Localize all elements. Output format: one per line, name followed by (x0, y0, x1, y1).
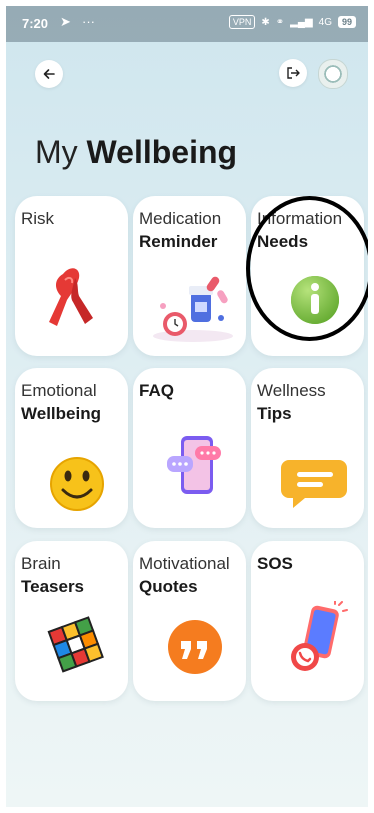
tile-label: Medication (139, 209, 222, 228)
telegram-icon: ➤ (60, 14, 71, 29)
tile-label-bold: FAQ (139, 381, 174, 400)
tile-motivational-quotes[interactable]: Motivational Quotes (133, 541, 246, 701)
bluetooth-icon: ✱ (261, 16, 270, 28)
tile-medication-reminder[interactable]: Medication Reminder (133, 196, 246, 356)
tile-label-bold: Reminder (139, 232, 218, 251)
more-notifications-icon: ··· (82, 14, 95, 29)
battery-icon: 99 (337, 16, 356, 28)
tile-label: Information (257, 209, 343, 228)
tile-label: Emotional (21, 381, 97, 400)
tile-label-bold: Quotes (139, 577, 198, 596)
tile-faq[interactable]: FAQ (133, 368, 246, 528)
tile-label-bold: Needs (257, 232, 309, 251)
vpn-badge: VPN (228, 15, 256, 29)
network-type: 4G (318, 16, 332, 28)
tile-label: Motivational (139, 554, 230, 573)
quote-icon (168, 620, 222, 674)
tile-label: Wellness (257, 381, 326, 400)
tile-wellness-tips[interactable]: Wellness Tips (251, 368, 364, 528)
tile-label: Brain (21, 554, 61, 573)
tile-label-bold: Tips (257, 404, 292, 423)
rubiks-cube-icon (47, 616, 104, 673)
app-screen: 7:20 ➤ ··· VPN ✱ ⚭ ▂▄▆ 4G 99 My Wellbein… (6, 6, 368, 807)
status-icons: VPN ✱ ⚭ ▂▄▆ 4G 99 (228, 15, 356, 29)
status-time: 7:20 (22, 16, 49, 31)
phone-chat-icon (167, 436, 221, 494)
arrow-left-icon (43, 69, 55, 79)
tile-emotional-wellbeing[interactable]: Emotional Wellbeing (15, 368, 128, 528)
awareness-ribbon-icon (49, 268, 93, 326)
sos-phone-icon (291, 601, 348, 671)
logout-button[interactable] (279, 59, 307, 87)
tile-label-bold: Wellbeing (21, 404, 101, 423)
pills-and-clock-icon (153, 276, 233, 342)
logout-icon (287, 67, 300, 79)
info-icon (291, 276, 339, 324)
link-icon: ⚭ (275, 16, 285, 28)
smiley-icon (50, 457, 104, 511)
tile-sos[interactable]: SOS (251, 541, 364, 701)
avatar[interactable] (318, 59, 348, 89)
tile-label-bold: Teasers (21, 577, 85, 596)
tile-label: Risk (21, 209, 55, 228)
tile-risk[interactable]: Risk (15, 196, 128, 356)
message-bubble-icon (281, 460, 347, 508)
back-button[interactable] (35, 60, 63, 88)
tile-information-needs[interactable]: Information Needs (251, 196, 364, 356)
tile-brain-teasers[interactable]: Brain Teasers (15, 541, 128, 701)
status-bar: 7:20 ➤ ··· VPN ✱ ⚭ ▂▄▆ 4G 99 (6, 6, 368, 42)
signal-icon: ▂▄▆ (290, 16, 313, 28)
tile-label-bold: SOS (257, 554, 293, 573)
page-title: My Wellbeing (35, 134, 238, 170)
